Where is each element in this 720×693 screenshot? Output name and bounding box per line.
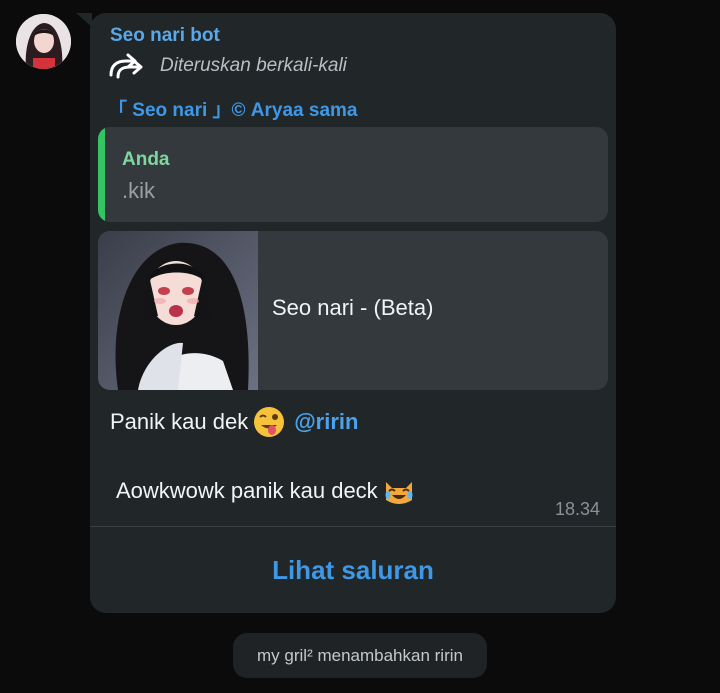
- winking-face-with-tongue-icon: [252, 405, 286, 439]
- chat-screen: Seo nari bot Diteruskan berkali-kali 「 S…: [0, 0, 720, 693]
- message-line-2: Aowkwowk panik kau deck: [116, 474, 416, 508]
- link-preview-thumbnail: [98, 231, 258, 390]
- forward-header: Diteruskan berkali-kali: [108, 53, 347, 79]
- view-channel-button[interactable]: Lihat saluran: [90, 527, 616, 613]
- link-preview-card[interactable]: Seo nari - (Beta): [98, 231, 608, 390]
- forward-arrow-icon: [109, 53, 143, 79]
- message-line-1: Panik kau dek @ririn: [110, 405, 358, 439]
- service-message: my gril² menambahkan ririn: [233, 633, 487, 678]
- message-text-1: Panik kau dek: [110, 409, 249, 434]
- link-preview-title: Seo nari - (Beta): [272, 295, 434, 320]
- avatar-image: [16, 14, 71, 69]
- message-text-2: Aowkwowk panik kau deck: [116, 478, 378, 503]
- user-mention[interactable]: @ririn: [294, 409, 358, 435]
- reply-author: Anda: [122, 149, 170, 170]
- message-bubble[interactable]: Seo nari bot Diteruskan berkali-kali 「 S…: [90, 13, 616, 613]
- cat-with-tears-of-joy-icon: [382, 474, 416, 508]
- sender-name[interactable]: Seo nari bot: [110, 25, 220, 47]
- sender-avatar[interactable]: [16, 14, 71, 69]
- channel-signature[interactable]: 「 Seo nari 」© Aryaa sama: [108, 95, 358, 122]
- reply-text: .kik: [122, 178, 155, 203]
- reply-quote[interactable]: Anda .kik: [98, 127, 608, 222]
- message-timestamp: 18.34: [554, 499, 600, 519]
- forwarded-label: Diteruskan berkali-kali: [160, 55, 347, 76]
- reply-accent-bar: [98, 127, 105, 222]
